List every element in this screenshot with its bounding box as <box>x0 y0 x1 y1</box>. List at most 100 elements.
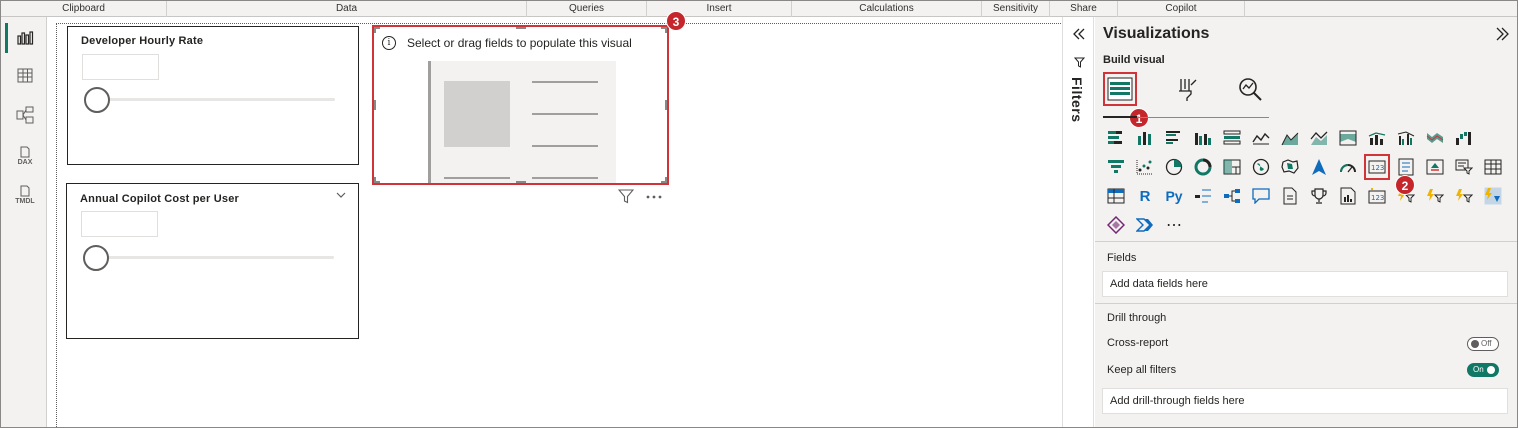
scatter-chart-icon[interactable] <box>1134 156 1156 178</box>
ribbon-group-calculations: Calculations <box>792 1 982 17</box>
dax-query-view-label: DAX <box>17 159 33 166</box>
format-visual-tab[interactable] <box>1169 72 1203 106</box>
azure-map-icon[interactable] <box>1308 156 1330 178</box>
build-visual-tab[interactable] <box>1103 72 1137 106</box>
model-view-button[interactable] <box>9 100 41 130</box>
section-divider <box>1095 241 1517 242</box>
ribbon-group-sensitivity: Sensitivity <box>982 1 1050 17</box>
resize-handle-corner[interactable] <box>374 27 376 33</box>
stacked-bar-chart-icon[interactable] <box>1105 127 1127 149</box>
slicer-track[interactable] <box>98 98 335 101</box>
ribbon-group-share: Share <box>1050 1 1118 17</box>
chevron-down-icon[interactable] <box>336 190 346 201</box>
list-slicer-icon[interactable] <box>1424 185 1446 207</box>
funnel-chart-icon[interactable] <box>1105 156 1127 178</box>
power-apps-icon[interactable] <box>1105 214 1127 236</box>
drill-through-drop-well[interactable]: Add drill-through fields here <box>1102 388 1508 414</box>
toggle-knob <box>1471 340 1479 348</box>
table-view-button[interactable] <box>9 60 41 90</box>
resize-handle-bottom[interactable] <box>516 181 526 183</box>
active-tab-indicator <box>1103 116 1137 118</box>
gauge-icon[interactable] <box>1337 156 1359 178</box>
power-automate-icon[interactable] <box>1134 214 1156 236</box>
filled-map-icon[interactable] <box>1279 156 1301 178</box>
slicer-icon[interactable] <box>1453 156 1475 178</box>
decomposition-tree-icon[interactable] <box>1221 185 1243 207</box>
key-influencers-icon[interactable] <box>1192 185 1214 207</box>
clustered-column-chart-icon[interactable] <box>1192 127 1214 149</box>
stacked-column-chart-icon[interactable] <box>1134 127 1156 149</box>
card-visual-icon[interactable]: 123 <box>1364 154 1390 180</box>
developer-hourly-rate-slicer[interactable]: Developer Hourly Rate <box>67 26 359 165</box>
matrix-icon[interactable] <box>1105 185 1127 207</box>
tmdl-view-icon <box>20 185 30 197</box>
empty-visual-hint-text: Select or drag fields to populate this v… <box>407 36 632 50</box>
visualizations-title: Visualizations <box>1103 25 1210 42</box>
line-and-clustered-column-icon[interactable] <box>1395 127 1417 149</box>
treemap-icon[interactable] <box>1221 156 1243 178</box>
filters-pane-collapsed[interactable]: Filters <box>1062 17 1094 427</box>
donut-chart-icon[interactable] <box>1192 156 1214 178</box>
python-visual-icon[interactable]: Py <box>1163 185 1185 207</box>
empty-card-visual[interactable]: i Select or drag fields to populate this… <box>372 25 669 185</box>
tmdl-view-button[interactable]: TMDL <box>9 180 41 210</box>
page-boundary-top <box>56 23 1061 24</box>
analytics-tab[interactable] <box>1233 72 1267 106</box>
slicer-value-input[interactable] <box>82 54 159 80</box>
placeholder-axis <box>428 61 431 183</box>
expand-filters-chevron-icon[interactable] <box>1073 28 1085 40</box>
resize-handle-top[interactable] <box>516 27 526 29</box>
narrative-icon[interactable] <box>1279 185 1301 207</box>
placeholder-line <box>532 113 598 115</box>
goals-trophy-icon[interactable] <box>1308 185 1330 207</box>
report-view-button[interactable] <box>9 23 41 53</box>
line-and-column-chart-icon[interactable] <box>1366 127 1388 149</box>
qna-visual-icon[interactable] <box>1250 185 1272 207</box>
resize-handle-left[interactable] <box>374 100 376 110</box>
cross-report-toggle[interactable]: Off <box>1467 337 1499 351</box>
resize-handle-corner[interactable] <box>665 27 667 33</box>
more-visuals-icon[interactable]: ⋯ <box>1163 214 1185 236</box>
kpi-icon[interactable] <box>1424 156 1446 178</box>
analytics-magnifier-icon <box>1239 78 1262 101</box>
azure-maps-preview-icon[interactable] <box>1482 185 1504 207</box>
table-icon[interactable] <box>1482 156 1504 178</box>
fields-drop-well[interactable]: Add data fields here <box>1102 271 1508 297</box>
ribbon-area-chart-icon[interactable] <box>1337 127 1359 149</box>
keep-all-filters-toggle[interactable]: On <box>1467 363 1499 377</box>
ribbon-group-clipboard: Clipboard <box>1 1 167 17</box>
paginated-report-icon[interactable] <box>1337 185 1359 207</box>
clustered-bar-chart-icon[interactable] <box>1163 127 1185 149</box>
more-options-icon[interactable] <box>646 195 662 199</box>
slicer-track[interactable] <box>97 256 334 259</box>
annual-copilot-cost-slicer[interactable]: Annual Copilot Cost per User <box>66 183 359 339</box>
resize-handle-corner[interactable] <box>374 177 376 183</box>
view-switcher-nav: DAX TMDL <box>1 17 47 427</box>
100-stacked-bar-icon[interactable] <box>1221 127 1243 149</box>
area-chart-icon[interactable] <box>1279 127 1301 149</box>
step-1-badge: 1 <box>1129 108 1149 128</box>
toggle-state-text: On <box>1473 365 1484 374</box>
resize-handle-right[interactable] <box>665 100 667 110</box>
text-slicer-icon[interactable] <box>1453 185 1475 207</box>
slicer-handle[interactable] <box>83 245 109 271</box>
filter-icon[interactable] <box>618 189 634 204</box>
resize-handle-corner[interactable] <box>665 177 667 183</box>
stacked-area-chart-icon[interactable] <box>1308 127 1330 149</box>
svg-text:123: 123 <box>1371 164 1384 172</box>
slicer-handle[interactable] <box>84 87 110 113</box>
collapse-pane-chevron-icon[interactable] <box>1495 27 1509 41</box>
slicer-title: Developer Hourly Rate <box>81 35 204 47</box>
slicer-value-input[interactable] <box>81 211 158 237</box>
ribbon-chart-icon[interactable] <box>1424 127 1446 149</box>
waterfall-chart-icon[interactable] <box>1453 127 1475 149</box>
map-globe-icon[interactable] <box>1250 156 1272 178</box>
dax-query-view-button[interactable]: DAX <box>9 141 41 171</box>
line-chart-icon[interactable] <box>1250 127 1272 149</box>
r-script-visual-icon[interactable]: R <box>1134 185 1156 207</box>
filters-label[interactable]: Filters <box>1069 77 1085 123</box>
pie-chart-icon[interactable] <box>1163 156 1185 178</box>
info-icon: i <box>382 36 396 50</box>
report-canvas[interactable]: Developer Hourly Rate Annual Copilot Cos… <box>48 11 1061 427</box>
card-new-icon[interactable]: 123 <box>1366 185 1388 207</box>
